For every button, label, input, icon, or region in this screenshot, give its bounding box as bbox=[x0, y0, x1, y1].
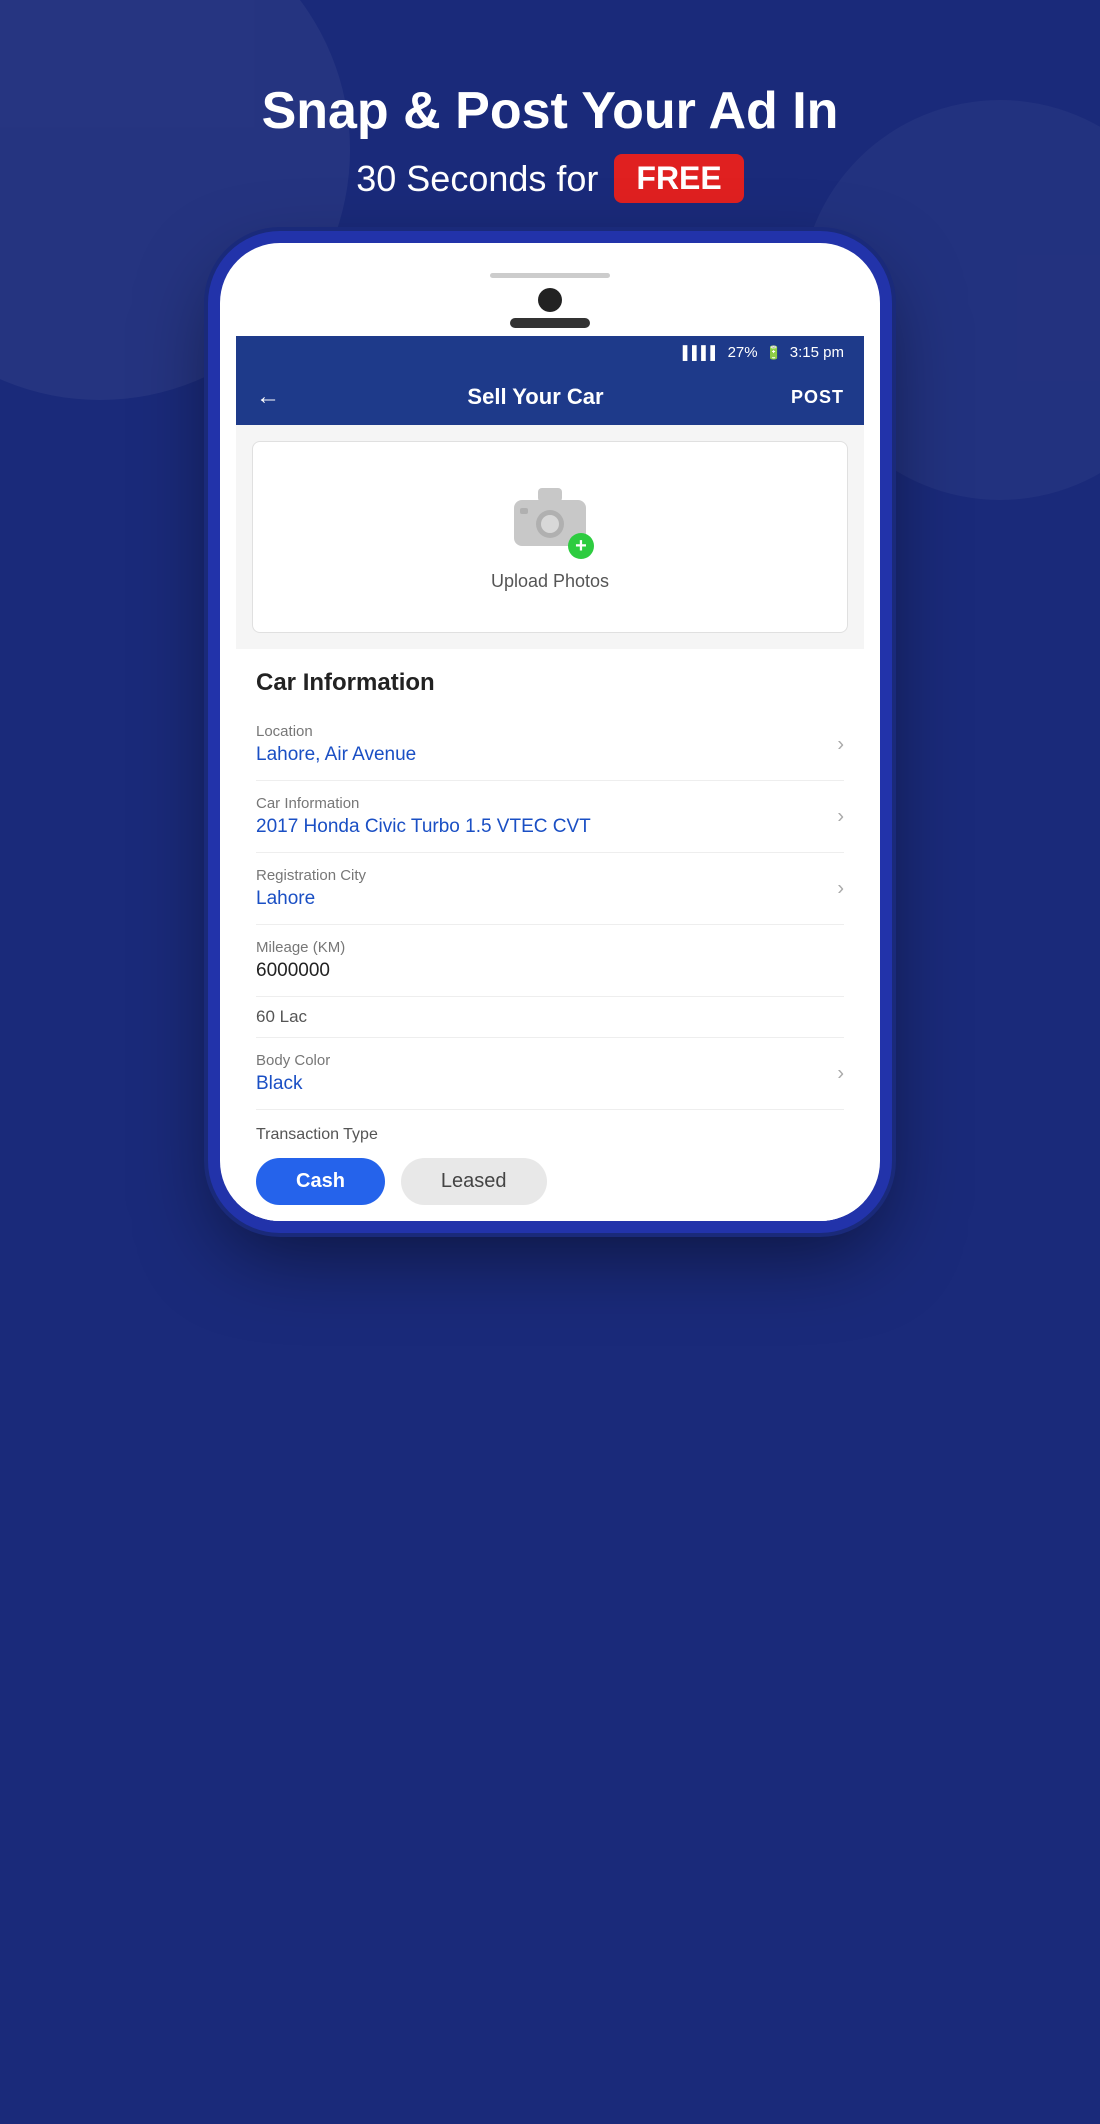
phone-speaker bbox=[510, 318, 590, 328]
phone-frame: ▌▌▌▌ 27% 🔋 3:15 pm ← Sell Your Car POST bbox=[220, 243, 880, 1221]
chevron-icon: › bbox=[837, 733, 844, 756]
camera-icon-wrap: + bbox=[510, 482, 590, 555]
back-button[interactable]: ← bbox=[256, 383, 280, 411]
location-label: Location bbox=[256, 723, 844, 740]
chevron-icon: › bbox=[837, 805, 844, 828]
upload-label: Upload Photos bbox=[491, 571, 609, 592]
mileage-label: Mileage (KM) bbox=[256, 939, 844, 956]
free-badge: FREE bbox=[614, 154, 743, 203]
time-display: 3:15 pm bbox=[790, 344, 844, 361]
body-color-value: Black bbox=[256, 1073, 844, 1095]
battery-percent: 27% bbox=[728, 344, 758, 361]
body-color-field[interactable]: Body Color Black › bbox=[256, 1038, 844, 1110]
battery-icon: 🔋 bbox=[766, 345, 782, 361]
chevron-icon: › bbox=[837, 877, 844, 900]
chevron-icon: › bbox=[837, 1062, 844, 1085]
transaction-buttons: Cash Leased bbox=[256, 1158, 844, 1205]
signal-icon: ▌▌▌▌ bbox=[683, 345, 720, 360]
car-info-value: 2017 Honda Civic Turbo 1.5 VTEC CVT bbox=[256, 816, 844, 838]
transaction-section: Transaction Type Cash Leased bbox=[236, 1110, 864, 1221]
registration-city-field[interactable]: Registration City Lahore › bbox=[256, 853, 844, 925]
phone-notch bbox=[236, 273, 864, 328]
phone-top-bar bbox=[490, 273, 610, 278]
post-button[interactable]: POST bbox=[791, 387, 844, 408]
transaction-type-label: Transaction Type bbox=[256, 1126, 844, 1144]
phone-camera bbox=[538, 288, 562, 312]
upload-card: + Upload Photos bbox=[252, 441, 848, 633]
location-value: Lahore, Air Avenue bbox=[256, 744, 844, 766]
hero-section: Snap & Post Your Ad In 30 Seconds for FR… bbox=[262, 0, 839, 203]
subtitle-prefix: 30 Seconds for bbox=[356, 158, 598, 200]
mileage-value: 6000000 bbox=[256, 960, 844, 982]
car-info-label: Car Information bbox=[256, 795, 844, 812]
plus-icon: + bbox=[568, 533, 594, 559]
status-bar: ▌▌▌▌ 27% 🔋 3:15 pm bbox=[236, 336, 864, 369]
price-value: 60 Lac bbox=[256, 1007, 307, 1026]
upload-area[interactable]: + Upload Photos bbox=[253, 442, 847, 632]
hero-subtitle: 30 Seconds for FREE bbox=[262, 154, 839, 203]
location-field[interactable]: Location Lahore, Air Avenue › bbox=[256, 709, 844, 781]
leased-button[interactable]: Leased bbox=[401, 1158, 547, 1205]
reg-city-label: Registration City bbox=[256, 867, 844, 884]
reg-city-value: Lahore bbox=[256, 888, 844, 910]
nav-bar: ← Sell Your Car POST bbox=[236, 369, 864, 425]
nav-title: Sell Your Car bbox=[467, 384, 603, 410]
price-field: 60 Lac bbox=[256, 997, 844, 1038]
cash-button[interactable]: Cash bbox=[256, 1158, 385, 1205]
section-title: Car Information bbox=[256, 649, 844, 709]
car-info-field[interactable]: Car Information 2017 Honda Civic Turbo 1… bbox=[256, 781, 844, 853]
hero-title: Snap & Post Your Ad In bbox=[262, 80, 839, 142]
car-information-section: Car Information Location Lahore, Air Ave… bbox=[236, 649, 864, 1110]
phone-screen: ▌▌▌▌ 27% 🔋 3:15 pm ← Sell Your Car POST bbox=[236, 336, 864, 1221]
body-color-label: Body Color bbox=[256, 1052, 844, 1069]
mileage-field[interactable]: Mileage (KM) 6000000 bbox=[256, 925, 844, 997]
